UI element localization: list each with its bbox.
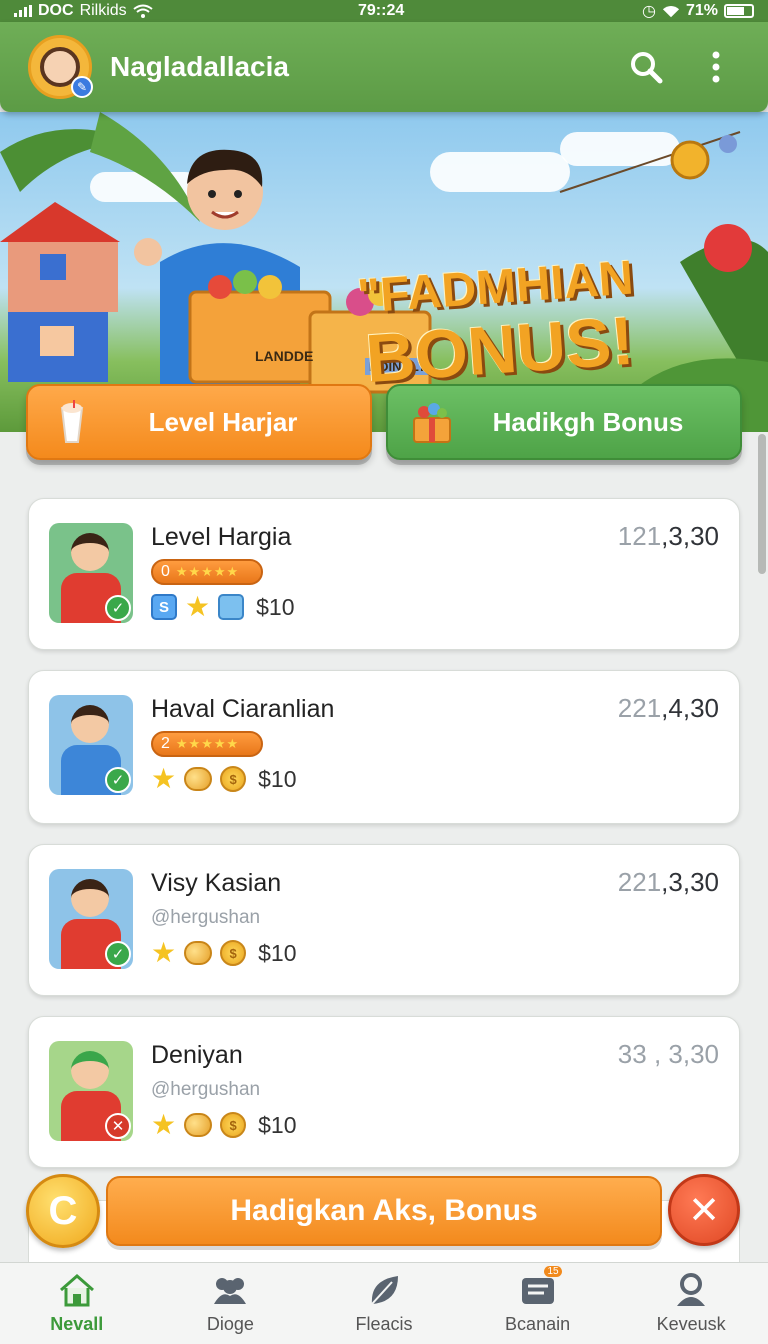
bonus-button-label: Hadikgh Bonus (492, 406, 684, 437)
reward-row: ★ $ $10 (151, 1111, 296, 1139)
reward-amount: $10 (258, 939, 297, 966)
level-button-label: Level Harjar (148, 406, 298, 437)
status-bar: DOC Rilkids 79::24 ◷ 71% (0, 0, 768, 22)
network-label: Rilkids (79, 2, 127, 19)
inbox-icon: 15 (518, 1266, 562, 1308)
group-icon (214, 1278, 247, 1304)
nav-label-group: Dioge (206, 1314, 254, 1334)
player-handle: @hergushan (151, 907, 261, 928)
coin-icon: $ (220, 1112, 247, 1138)
coin-icon: $ (220, 766, 247, 792)
claim-bonus-label: Hadigkan Aks, Bonus (230, 1194, 538, 1227)
nav-label-leaf: Fleacis (355, 1314, 413, 1334)
signal-icon (14, 5, 32, 17)
nav-label-profile: Keveusk (656, 1314, 726, 1334)
bottom-navigation: Nevall Dioge Fleacis 15 Bcanain Keveusk (0, 1262, 768, 1344)
player-score: 33 , 3,30 (617, 1039, 719, 1069)
nav-label-home: Nevall (50, 1314, 104, 1334)
player-name: Level Hargia (151, 523, 292, 551)
leaderboard-list: ✓ Level Hargia 121,3,30 0 ★★★★★ S ★ $10 ✓… (28, 498, 740, 1188)
search-button[interactable] (622, 43, 670, 91)
nav-item-inbox[interactable]: 15 Bcanain (461, 1263, 615, 1344)
profile-icon (677, 1273, 706, 1306)
verified-check-icon: ✓ (105, 941, 131, 967)
player-name: Haval Ciaranlian (151, 695, 335, 723)
battery-icon (724, 4, 754, 18)
app-title: Nagladallacia (110, 51, 289, 82)
star-icon: ★ (151, 1109, 177, 1140)
player-name: Visy Kasian (151, 869, 282, 897)
reward-row: ★ $ $10 (151, 939, 296, 967)
level-button[interactable]: Level Harjar (26, 384, 372, 460)
coin-pile-icon (184, 941, 213, 965)
star-icon: ★ (151, 937, 177, 968)
more-options-button[interactable] (692, 43, 740, 91)
claim-bar: C Hadigkan Aks, Bonus ✕ (26, 1172, 742, 1250)
verified-check-icon: ✓ (105, 595, 131, 621)
edit-badge-icon: ✎ (71, 76, 93, 98)
dollar-token-icon: S (151, 594, 177, 620)
player-handle: @hergushan (151, 1079, 261, 1100)
box-label-landde: LANDDE (255, 348, 314, 364)
reward-row: ★ $ $10 (151, 765, 296, 793)
coin-refresh-button[interactable]: C (26, 1174, 100, 1248)
alarm-icon: ◷ (642, 3, 656, 20)
milkshake-icon (60, 400, 84, 443)
avatar: ✕ (49, 1041, 133, 1141)
nav-item-group[interactable]: Dioge (154, 1263, 308, 1344)
badge-icon: ✕ (105, 1113, 131, 1139)
wifi-icon (662, 6, 680, 18)
nav-item-leaf[interactable]: Fleacis (307, 1263, 461, 1344)
app-bar: ✎ Nagladallacia (0, 22, 768, 112)
more-vert-icon (712, 51, 720, 83)
star-rating: ★★★★★ (175, 736, 240, 751)
search-icon (631, 52, 663, 84)
avatar: ✓ (49, 695, 133, 795)
reward-row: S ★ $10 (151, 593, 294, 621)
notification-badge: 15 (544, 1266, 562, 1277)
star-rating: ★★★★★ (175, 564, 240, 579)
avatar: ✓ (49, 523, 133, 623)
star-icon: ★ (151, 763, 177, 794)
rank-badge: 0 ★★★★★ (151, 559, 263, 585)
coin-icon: C (48, 1188, 78, 1233)
star-icon: ★ (185, 591, 211, 622)
list-item[interactable]: ✓ Level Hargia 121,3,30 0 ★★★★★ S ★ $10 (28, 498, 740, 650)
list-item[interactable]: ✓ Visy Kasian 221,3,30 @hergushan ★ $ $1… (28, 844, 740, 996)
coin-pile-icon (184, 767, 213, 791)
reward-amount: $10 (258, 1111, 297, 1138)
battery-percent: 71% (685, 2, 718, 19)
player-score: 221,3,30 (617, 867, 719, 897)
wifi-icon (133, 4, 153, 18)
status-time: 79::24 (358, 2, 405, 19)
reward-amount: $10 (256, 593, 295, 620)
coin-pile-icon (184, 1113, 213, 1137)
gift-icon (413, 403, 451, 443)
nav-item-profile[interactable]: Keveusk (614, 1263, 768, 1344)
close-button[interactable]: ✕ (668, 1174, 740, 1246)
reward-amount: $10 (258, 765, 297, 792)
list-item[interactable]: ✕ Deniyan 33 , 3,30 @hergushan ★ $ $10 (28, 1016, 740, 1168)
home-icon (59, 1274, 94, 1307)
player-score: 221,4,30 (617, 693, 719, 723)
player-score: 121,3,30 (617, 521, 719, 551)
nav-item-home[interactable]: Nevall (0, 1263, 154, 1344)
crate-icon (218, 594, 245, 620)
coin-icon: $ (220, 940, 247, 966)
nav-label-inbox: Bcanain (505, 1314, 571, 1334)
claim-bonus-button[interactable]: Hadigkan Aks, Bonus (106, 1176, 662, 1246)
user-avatar[interactable]: ✎ (28, 35, 93, 99)
verified-check-icon: ✓ (105, 767, 131, 793)
player-name: Deniyan (151, 1041, 243, 1069)
list-item[interactable]: ✓ Haval Ciaranlian 221,4,30 2 ★★★★★ ★ $ $… (28, 670, 740, 824)
carrier-label: DOC (38, 2, 74, 19)
scrollbar[interactable] (758, 434, 766, 574)
promo-headline: "FADMHIAN BONUS! (314, 252, 681, 398)
house-illustration (0, 202, 120, 382)
rank-badge: 2 ★★★★★ (151, 731, 263, 757)
bonus-button[interactable]: Hadikgh Bonus (386, 384, 742, 460)
avatar: ✓ (49, 869, 133, 969)
close-icon: ✕ (688, 1189, 720, 1232)
leaf-icon (371, 1276, 398, 1305)
